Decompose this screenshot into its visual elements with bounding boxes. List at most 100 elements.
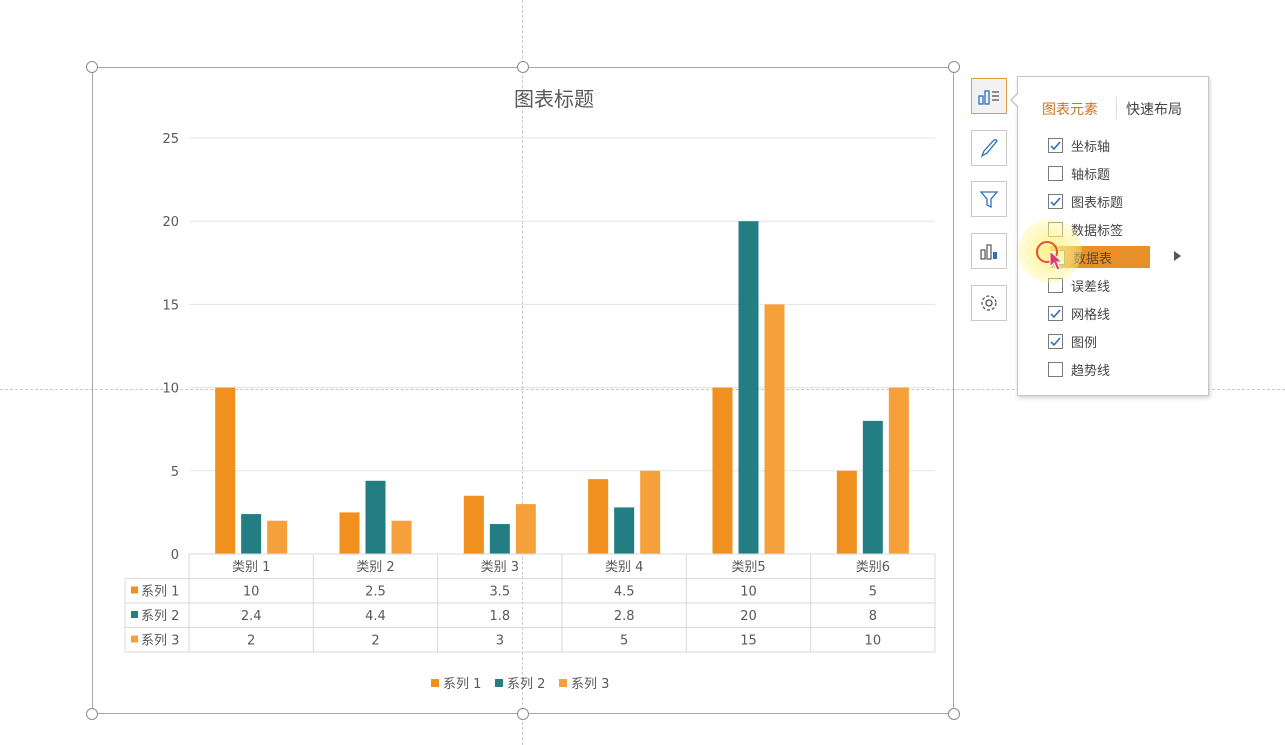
bar-series1-cat5 (712, 387, 733, 554)
element-option[interactable]: 图表标题 (1048, 190, 1123, 212)
table-value: 2 (371, 634, 379, 649)
table-series-key (131, 586, 138, 594)
checkbox-unchecked[interactable] (1048, 165, 1063, 181)
table-series-key (131, 635, 138, 643)
table-value: 4.5 (614, 585, 635, 600)
table-value: 2.8 (614, 609, 635, 624)
table-value: 4.4 (365, 609, 386, 624)
category-label: 类别 4 (605, 560, 643, 575)
tab-divider (1116, 97, 1117, 119)
bar-series3-cat3 (515, 504, 536, 554)
element-option[interactable]: 趋势线 (1048, 358, 1110, 380)
submenu-arrow-icon[interactable] (1174, 251, 1181, 261)
chart-frame[interactable]: 图表标题 0 5 10 15 20 25 类别 1 类别 2 类别 3 类别 4 类别5 类别6 系列 1… (92, 67, 954, 714)
element-option[interactable]: 轴标题 (1048, 162, 1110, 184)
chart-canvas: 图表标题0510152025类别 1 类别 2 类别 3 类别 4 类别5 类别6系列 1… (124, 87, 936, 692)
bar-series1-cat6 (836, 470, 857, 554)
table-value: 2.5 (365, 585, 386, 600)
bar-series1-cat1 (215, 387, 236, 554)
y-tick-label: 5 (171, 465, 179, 480)
checkmark-icon (1050, 308, 1061, 318)
category-label: 类别 1 (232, 560, 270, 575)
y-tick-label: 25 (162, 132, 179, 147)
element-option-label: 图表标题 (1071, 195, 1124, 211)
bar-series3-cat6 (888, 387, 909, 554)
bar-series3-cat4 (640, 470, 661, 554)
checkbox-checked[interactable] (1048, 333, 1063, 349)
category-label: 类别 3 (481, 560, 519, 575)
checkmark-icon (1050, 140, 1061, 150)
bar-series2-cat2 (365, 480, 386, 554)
legend-key-series2 (495, 679, 503, 687)
table-value: 2 (247, 634, 255, 649)
chart-elements-button[interactable] (971, 78, 1007, 114)
panel-pointer-inner (1012, 93, 1019, 107)
table-value: 15 (740, 634, 757, 649)
y-tick-label: 15 (162, 298, 179, 313)
change-chart-type-button[interactable] (971, 233, 1007, 269)
legend-key-series3 (559, 679, 567, 687)
table-value: 8 (869, 609, 877, 624)
element-option-label: 网格线 (1071, 307, 1111, 323)
table-value: 5 (620, 634, 628, 649)
table-series-key (131, 611, 138, 618)
checkbox-checked[interactable] (1048, 137, 1063, 153)
element-option-label: 误差线 (1071, 279, 1111, 295)
resize-handle-bottom-right[interactable] (948, 708, 960, 720)
bar-series1-cat2 (339, 512, 360, 554)
resize-handle-bottom[interactable] (517, 708, 529, 720)
chart-filter-button[interactable] (971, 181, 1007, 217)
checkbox-unchecked[interactable] (1048, 361, 1063, 377)
element-option-label: 趋势线 (1071, 363, 1111, 379)
table-value: 10 (243, 585, 260, 600)
element-option[interactable]: 网格线 (1048, 302, 1110, 324)
resize-handle-bottom-left[interactable] (86, 708, 98, 720)
checkmark-icon (1050, 336, 1061, 346)
legend-label-series3: 系列 3 (571, 677, 609, 692)
element-option-label: 数据标签 (1071, 223, 1124, 239)
bar-series2-cat3 (489, 524, 510, 554)
element-option-label: 坐标轴 (1071, 139, 1111, 155)
legend-key-series1 (431, 679, 439, 687)
brush-icon (980, 139, 998, 158)
bar-series2-cat1 (241, 514, 262, 554)
table-series-name: 系列 3 (141, 634, 179, 649)
bar-series2-cat4 (614, 507, 635, 554)
bar-series1-cat4 (588, 479, 609, 554)
category-label: 类别6 (856, 560, 890, 575)
element-option[interactable]: 图例 (1048, 330, 1097, 352)
checkmark-icon (1050, 196, 1061, 206)
table-value: 2.4 (241, 609, 262, 624)
chart-style-icon (980, 244, 997, 260)
gear-icon (981, 295, 997, 311)
table-value: 20 (740, 609, 757, 624)
checkbox-checked[interactable] (1048, 305, 1063, 321)
tab-chart-elements[interactable]: 图表元素 (1042, 99, 1098, 119)
legend-label-series2: 系列 2 (507, 677, 545, 692)
element-option[interactable]: 坐标轴 (1048, 134, 1110, 156)
table-series-name: 系列 2 (141, 609, 179, 624)
element-option-label: 轴标题 (1071, 167, 1111, 183)
bar-series2-cat6 (862, 420, 883, 554)
resize-handle-top-right[interactable] (948, 61, 960, 73)
filter-icon (979, 191, 999, 209)
table-value: 10 (865, 634, 882, 649)
tab-quick-layout[interactable]: 快速布局 (1126, 99, 1182, 119)
table-value: 3.5 (489, 585, 510, 600)
legend-label-series1: 系列 1 (443, 677, 481, 692)
bar-series1-cat3 (463, 495, 484, 554)
table-value: 10 (740, 585, 757, 600)
chart-style-brush-button[interactable] (971, 130, 1007, 166)
resize-handle-top-left[interactable] (86, 61, 98, 73)
chart-settings-button[interactable] (971, 285, 1007, 321)
table-value: 1.8 (489, 609, 510, 624)
bar-series3-cat2 (391, 520, 412, 554)
y-tick-label: 10 (162, 382, 179, 397)
checkbox-checked[interactable] (1048, 193, 1063, 209)
table-series-name: 系列 1 (141, 585, 179, 600)
y-tick-label: 20 (162, 215, 179, 230)
bar-series2-cat5 (738, 221, 759, 554)
bar-series3-cat1 (267, 520, 288, 554)
resize-handle-top[interactable] (517, 61, 529, 73)
element-option-label: 图例 (1071, 335, 1098, 351)
